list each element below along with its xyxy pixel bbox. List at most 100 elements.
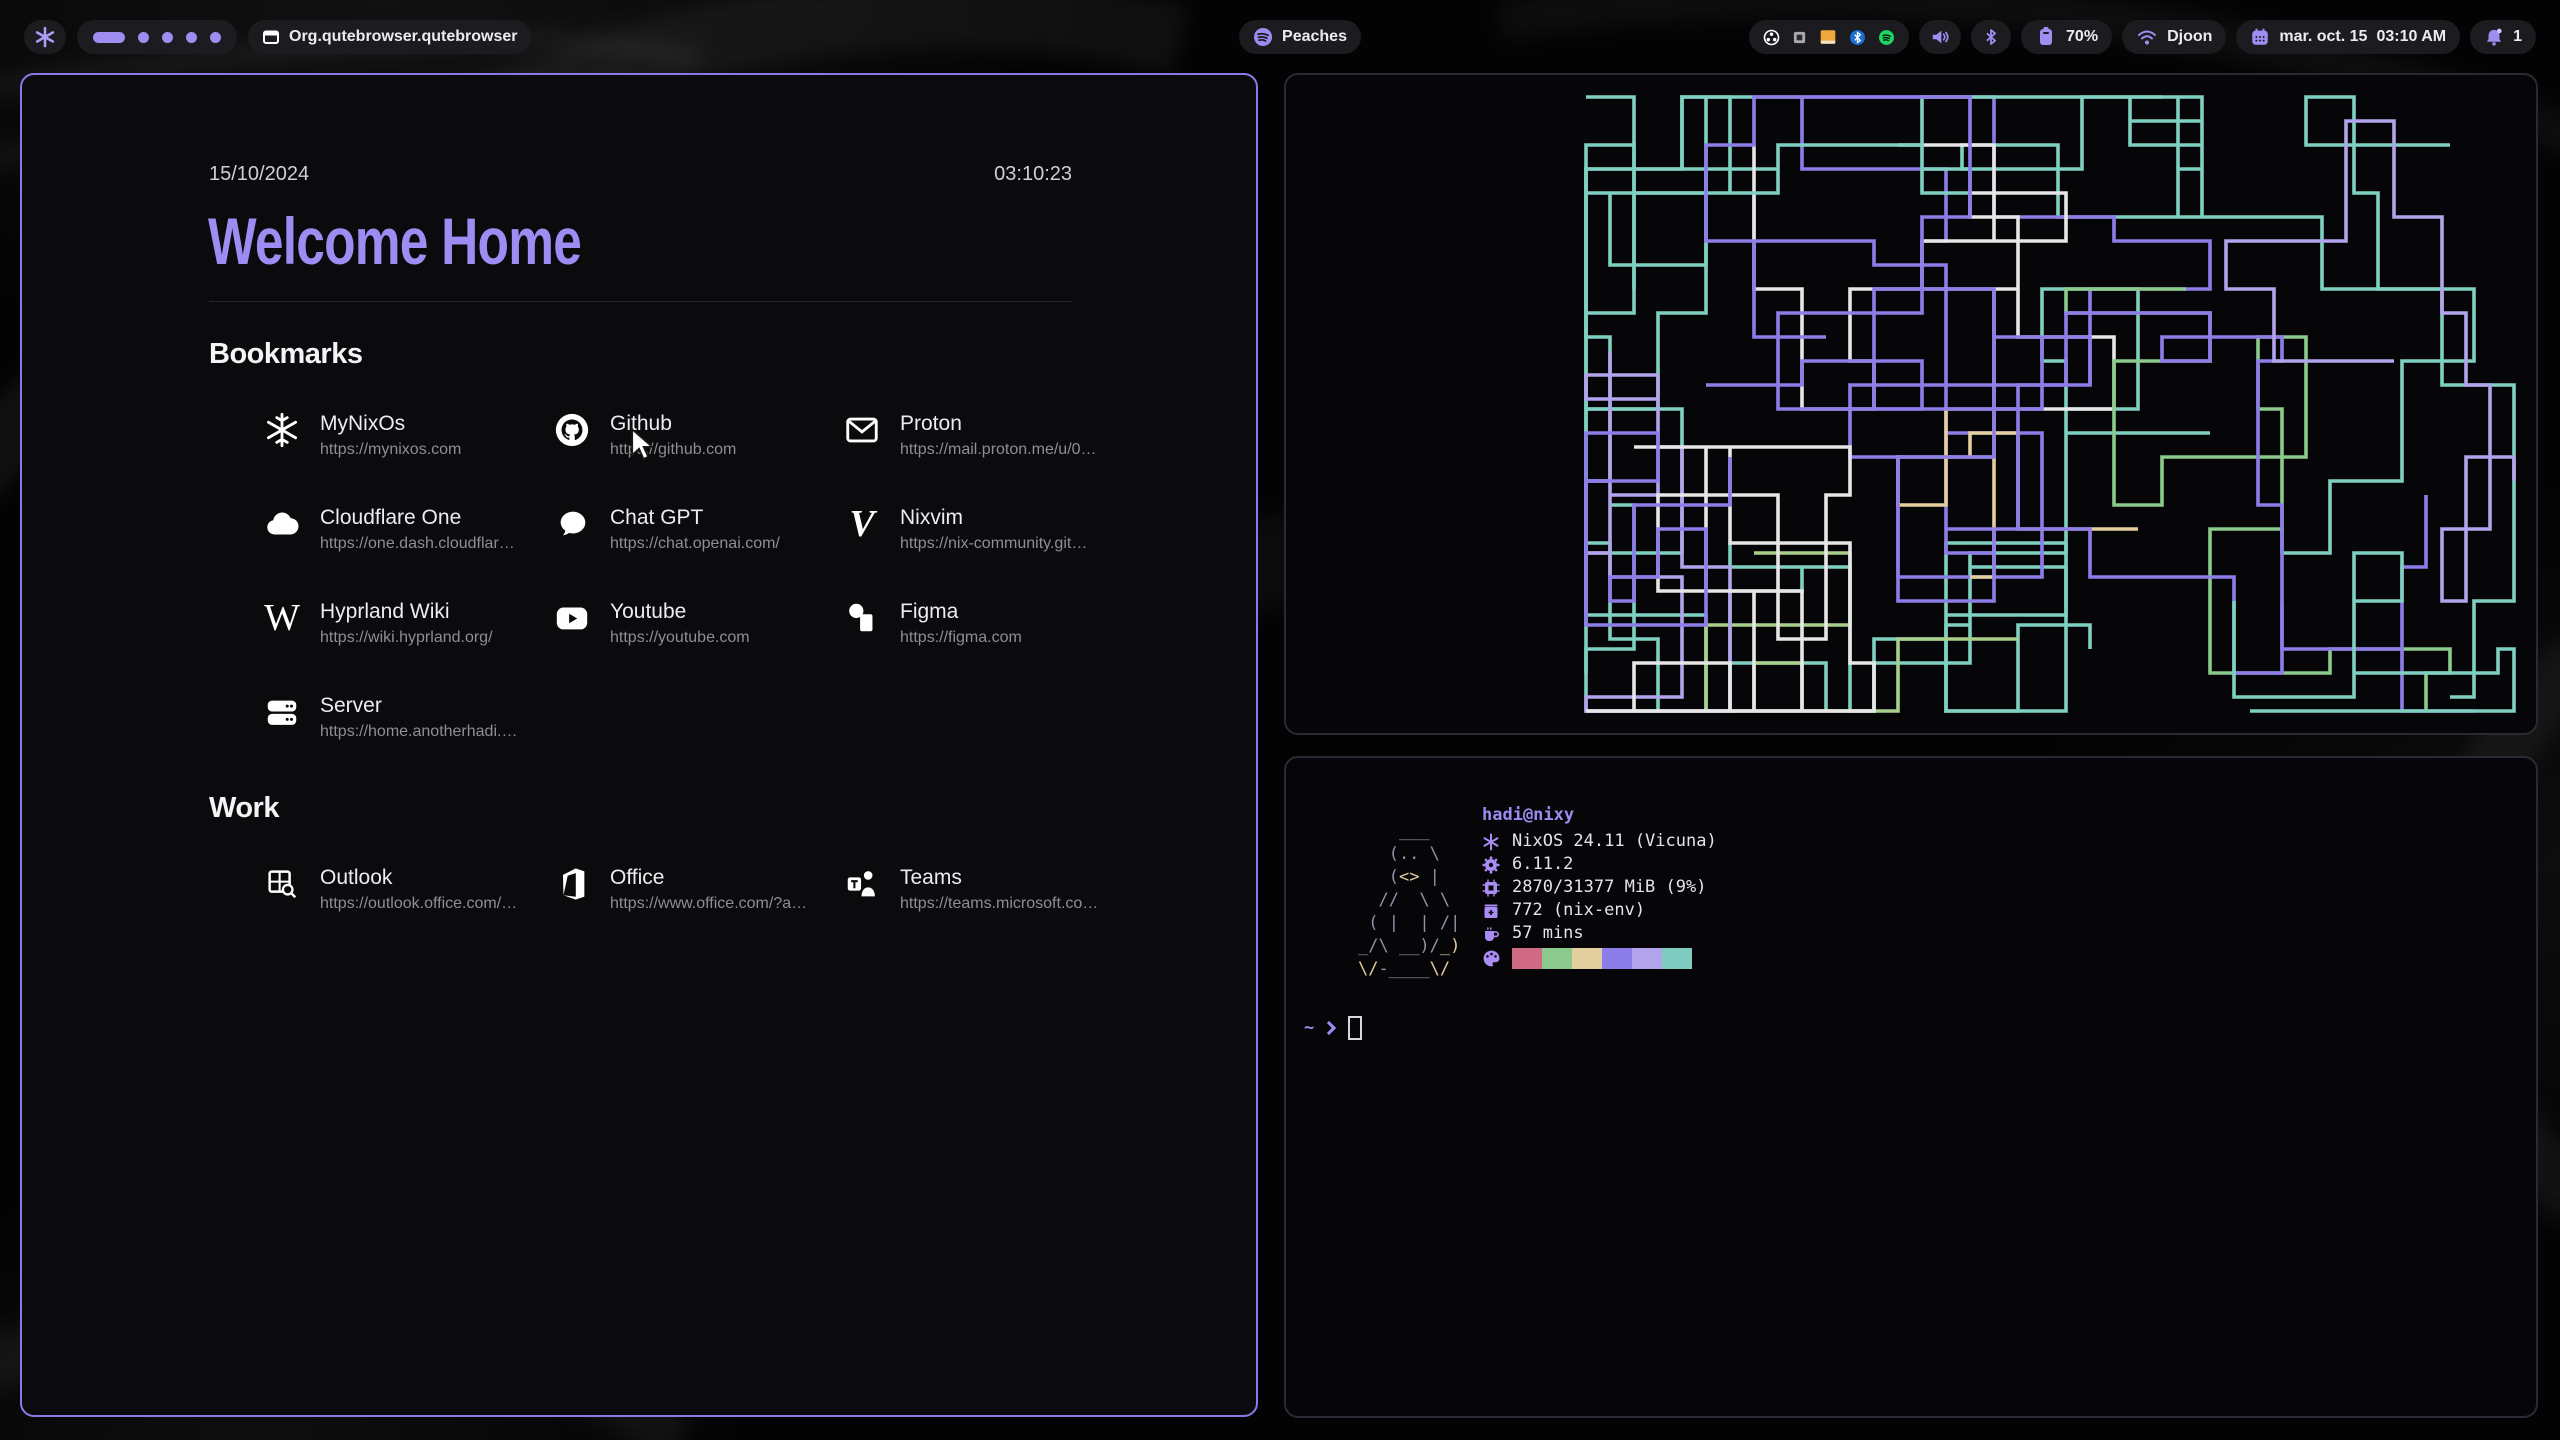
network-pill[interactable]: Djoon [2122,20,2226,54]
bookmark-url: https://wiki.hyprland.org/ [320,629,493,647]
workspace-2[interactable] [138,32,149,43]
bookmark-figma[interactable]: Figma https://figma.com [842,598,1122,660]
battery-pill[interactable]: 70% [2021,20,2112,54]
work-heading: Work [209,792,279,825]
bookmark-name: Proton [900,412,1097,436]
server-stack-icon [262,692,302,732]
volume-pill[interactable] [1919,20,1961,54]
bookmark-url: https://github.com [610,441,736,459]
kernel-icon [1482,856,1500,874]
bookmark-office[interactable]: Office https://www.office.com/?a… [552,864,832,926]
workspace-1-active[interactable] [93,32,125,43]
app-box-tray-icon[interactable] [1792,30,1807,45]
clock-date: mar. oct. 15 [2279,28,2367,46]
bookmark-cloudflare-one[interactable]: Cloudflare One https://one.dash.cloudfla… [262,504,542,566]
network-ssid: Djoon [2167,28,2212,46]
office-icon [552,864,592,904]
palette-swatch-5 [1632,948,1662,969]
palette-swatch-3 [1572,948,1602,969]
bell-icon [2484,27,2504,47]
bookmark-outlook[interactable]: Outlook https://outlook.office.com/… [262,864,542,926]
bookmark-teams[interactable]: Teams https://teams.microsoft.co… [842,864,1122,926]
qutebrowser-window: 15/10/2024 03:10:23 Welcome Home Bookmar… [20,73,1258,1417]
fetch-os: NixOS 24.11 (Vicuna) [1512,830,1717,853]
bookmarks-heading: Bookmarks [209,338,362,371]
workspace-4[interactable] [186,32,197,43]
bookmark-url: https://one.dash.cloudflar… [320,535,515,553]
bookmark-name: MyNixOs [320,412,461,436]
pipe-segment [1586,505,1802,711]
bookmark-url: https://teams.microsoft.co… [900,895,1098,913]
bookmark-name: Teams [900,866,1098,890]
letter-w-icon: W [262,598,302,638]
figma-icon [842,598,882,638]
bluetooth-pill[interactable] [1971,20,2011,54]
shell-prompt[interactable]: ~ [1304,1016,1362,1040]
chat-bubble-icon [552,504,592,544]
palette-swatch-4 [1602,948,1632,969]
bookmark-name: Server [320,694,517,718]
wifi-icon [2136,26,2158,48]
bookmark-nixvim[interactable]: V Nixvim https://nix-community.git… [842,504,1122,566]
pipes-terminal-window [1284,73,2538,735]
fetch-info: NixOS 24.11 (Vicuna) 6.11.2 [1482,830,1717,945]
battery-percent: 70% [2066,28,2098,46]
workspace-5[interactable] [210,32,221,43]
bookmark-mynixos[interactable]: MyNixOs https://mynixos.com [262,410,542,472]
workspaces [77,20,237,54]
terminal-cursor [1348,1016,1362,1040]
youtube-play-icon [552,598,592,638]
bookmark-youtube[interactable]: Youtube https://youtube.com [552,598,832,660]
media-track-label: Peaches [1282,28,1347,46]
pipes-screensaver [1286,75,2536,733]
mouse-cursor [630,428,660,462]
launcher-button[interactable] [24,20,66,54]
divider [209,301,1072,302]
bookmark-chatgpt[interactable]: Chat GPT https://chat.openai.com/ [552,504,832,566]
bookmark-name: Hyprland Wiki [320,600,493,624]
bluetooth-icon [1982,28,2000,46]
palette-swatch-2 [1542,948,1572,969]
system-tray [1749,20,1909,54]
files-tray-icon[interactable] [1819,28,1837,46]
fetch-memory: 2870/31377 MiB (9%) [1512,876,1706,899]
bookmark-url: https://nix-community.git… [900,535,1087,553]
prompt-path: ~ [1304,1017,1314,1040]
nixos-logo-icon [34,26,56,48]
bookmark-proton[interactable]: Proton https://mail.proton.me/u/0… [842,410,1122,472]
notifications-pill[interactable]: 1 [2470,20,2536,54]
fetch-kernel: 6.11.2 [1512,853,1573,876]
bookmark-url: https://outlook.office.com/… [320,895,517,913]
bookmark-url: https://chat.openai.com/ [610,535,780,553]
uptime-icon [1482,925,1500,943]
bluetooth-tray-icon[interactable] [1849,29,1866,46]
bookmark-github[interactable]: Github https://github.com [552,410,832,472]
teams-icon [842,864,882,904]
bookmark-name: Figma [900,600,1022,624]
active-window-title-pill[interactable]: Org.qutebrowser.qutebrowser [248,20,531,54]
window-title: Org.qutebrowser.qutebrowser [289,28,517,46]
palette-swatch-6 [1662,948,1692,969]
fetch-packages: 772 (nix-env) [1512,899,1645,922]
bookmark-url: https://mail.proton.me/u/0… [900,441,1097,459]
startpage-title: Welcome Home [208,203,581,279]
window-icon [262,28,280,46]
bookmark-hyprland-wiki[interactable]: W Hyprland Wiki https://wiki.hyprland.or… [262,598,542,660]
bookmark-name: Github [610,412,736,436]
bookmark-url: https://youtube.com [610,629,750,647]
memory-icon [1482,879,1500,897]
clock-time: 03:10 AM [2376,28,2446,46]
battery-icon [2035,26,2057,48]
media-player-pill[interactable]: Peaches [1239,20,1361,54]
bookmark-url: https://home.anotherhadi.… [320,723,517,741]
obs-tray-icon[interactable] [1763,29,1780,46]
bookmark-server[interactable]: Server https://home.anotherhadi.… [262,692,542,754]
spotify-tray-icon[interactable] [1878,29,1895,46]
workspace-3[interactable] [162,32,173,43]
tux-ascii-art: ___ (.. \ (<> | // \ \ ( | | /|_/\ __)/_… [1358,820,1460,981]
bookmark-name: Youtube [610,600,750,624]
palette-icon [1482,949,1501,968]
clock-pill[interactable]: mar. oct. 15 03:10 AM [2236,20,2460,54]
spotify-icon [1253,27,1273,47]
outlook-icon [262,864,302,904]
